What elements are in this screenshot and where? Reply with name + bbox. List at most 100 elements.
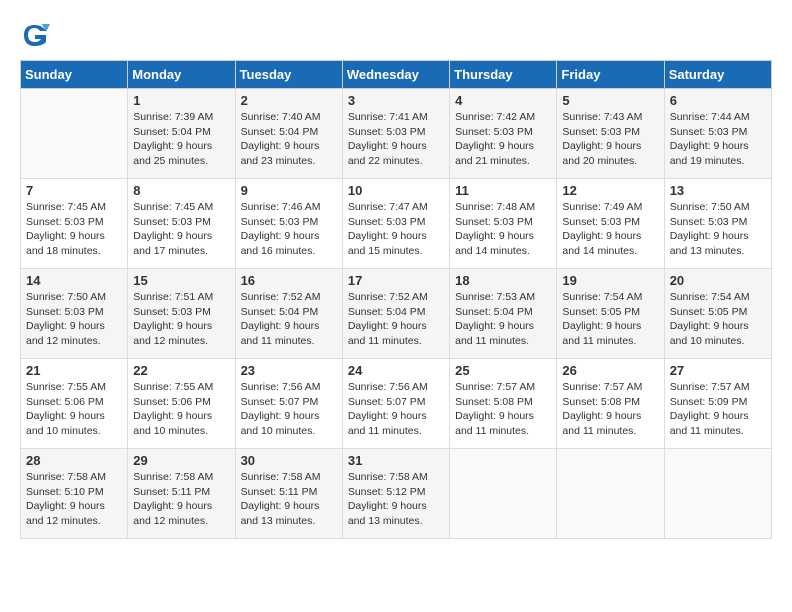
calendar-cell: 22Sunrise: 7:55 AMSunset: 5:06 PMDayligh… [128, 359, 235, 449]
day-number: 7 [26, 183, 122, 198]
calendar-cell [21, 89, 128, 179]
calendar-cell: 17 Sunrise: 7:52 AMSunset: 5:04 PMDayligh… [342, 269, 449, 359]
day-info: Sunrise: 7:58 AMSunset: 5:12 PMDaylight:… [348, 470, 444, 529]
day-info: Sunrise: 7:42 AMSunset: 5:03 PMDaylight:… [455, 110, 551, 169]
day-number: 10 [348, 183, 444, 198]
day-number: 12 [562, 183, 658, 198]
day-info: Sunrise: 7:57 AMSunset: 5:09 PMDaylight:… [670, 380, 766, 439]
calendar-cell: 13 Sunrise: 7:50 AMSunset: 5:03 PMDayligh… [664, 179, 771, 269]
calendar-cell: 15Sunrise: 7:51 AMSunset: 5:03 PMDayligh… [128, 269, 235, 359]
calendar-cell: 1 Sunrise: 7:39 AMSunset: 5:04 PMDaylight… [128, 89, 235, 179]
day-info: Sunrise: 7:50 AMSunset: 5:03 PMDaylight:… [670, 200, 766, 259]
calendar-cell: 30Sunrise: 7:58 AMSunset: 5:11 PMDayligh… [235, 449, 342, 539]
day-info: Sunrise: 7:46 AMSunset: 5:03 PMDaylight:… [241, 200, 337, 259]
calendar-cell: 5 Sunrise: 7:43 AMSunset: 5:03 PMDaylight… [557, 89, 664, 179]
calendar-cell: 7 Sunrise: 7:45 AMSunset: 5:03 PMDaylight… [21, 179, 128, 269]
day-number: 19 [562, 273, 658, 288]
day-number: 20 [670, 273, 766, 288]
day-info: Sunrise: 7:48 AMSunset: 5:03 PMDaylight:… [455, 200, 551, 259]
logo [20, 20, 54, 50]
day-number: 14 [26, 273, 122, 288]
weekday-header-sunday: Sunday [21, 61, 128, 89]
calendar-cell: 27 Sunrise: 7:57 AMSunset: 5:09 PMDayligh… [664, 359, 771, 449]
day-info: Sunrise: 7:55 AMSunset: 5:06 PMDaylight:… [26, 380, 122, 439]
weekday-header-tuesday: Tuesday [235, 61, 342, 89]
day-info: Sunrise: 7:51 AMSunset: 5:03 PMDaylight:… [133, 290, 229, 349]
day-info: Sunrise: 7:45 AMSunset: 5:03 PMDaylight:… [26, 200, 122, 259]
day-number: 1 [133, 93, 229, 108]
day-info: Sunrise: 7:43 AMSunset: 5:03 PMDaylight:… [562, 110, 658, 169]
day-number: 6 [670, 93, 766, 108]
calendar-cell: 25Sunrise: 7:57 AMSunset: 5:08 PMDayligh… [450, 359, 557, 449]
day-info: Sunrise: 7:55 AMSunset: 5:06 PMDaylight:… [133, 380, 229, 439]
calendar-cell: 21 Sunrise: 7:55 AMSunset: 5:06 PMDayligh… [21, 359, 128, 449]
calendar-cell: 9 Sunrise: 7:46 AMSunset: 5:03 PMDaylight… [235, 179, 342, 269]
calendar-cell: 2Sunrise: 7:40 AMSunset: 5:04 PMDaylight… [235, 89, 342, 179]
day-info: Sunrise: 7:52 AMSunset: 5:04 PMDaylight:… [241, 290, 337, 349]
weekday-header-friday: Friday [557, 61, 664, 89]
calendar-cell: 20 Sunrise: 7:54 AMSunset: 5:05 PMDayligh… [664, 269, 771, 359]
calendar-cell: 18 Sunrise: 7:53 AMSunset: 5:04 PMDayligh… [450, 269, 557, 359]
day-info: Sunrise: 7:54 AMSunset: 5:05 PMDaylight:… [562, 290, 658, 349]
calendar-week-row: 1 Sunrise: 7:39 AMSunset: 5:04 PMDaylight… [21, 89, 772, 179]
day-info: Sunrise: 7:56 AMSunset: 5:07 PMDaylight:… [348, 380, 444, 439]
day-number: 21 [26, 363, 122, 378]
calendar-cell [664, 449, 771, 539]
day-info: Sunrise: 7:44 AMSunset: 5:03 PMDaylight:… [670, 110, 766, 169]
calendar-cell: 24 Sunrise: 7:56 AMSunset: 5:07 PMDayligh… [342, 359, 449, 449]
day-info: Sunrise: 7:39 AMSunset: 5:04 PMDaylight:… [133, 110, 229, 169]
day-info: Sunrise: 7:57 AMSunset: 5:08 PMDaylight:… [562, 380, 658, 439]
calendar-cell: 23 Sunrise: 7:56 AMSunset: 5:07 PMDayligh… [235, 359, 342, 449]
day-info: Sunrise: 7:56 AMSunset: 5:07 PMDaylight:… [241, 380, 337, 439]
day-number: 31 [348, 453, 444, 468]
day-info: Sunrise: 7:41 AMSunset: 5:03 PMDaylight:… [348, 110, 444, 169]
calendar-cell: 11 Sunrise: 7:48 AMSunset: 5:03 PMDayligh… [450, 179, 557, 269]
calendar-cell [450, 449, 557, 539]
logo-icon [20, 20, 50, 50]
day-number: 28 [26, 453, 122, 468]
day-number: 24 [348, 363, 444, 378]
day-info: Sunrise: 7:52 AMSunset: 5:04 PMDaylight:… [348, 290, 444, 349]
calendar-cell: 26 Sunrise: 7:57 AMSunset: 5:08 PMDayligh… [557, 359, 664, 449]
day-number: 27 [670, 363, 766, 378]
day-number: 8 [133, 183, 229, 198]
day-info: Sunrise: 7:54 AMSunset: 5:05 PMDaylight:… [670, 290, 766, 349]
weekday-header-thursday: Thursday [450, 61, 557, 89]
day-info: Sunrise: 7:53 AMSunset: 5:04 PMDaylight:… [455, 290, 551, 349]
calendar-cell: 3 Sunrise: 7:41 AMSunset: 5:03 PMDaylight… [342, 89, 449, 179]
calendar-cell: 29 Sunrise: 7:58 AMSunset: 5:11 PMDayligh… [128, 449, 235, 539]
day-number: 26 [562, 363, 658, 378]
calendar-cell: 31 Sunrise: 7:58 AMSunset: 5:12 PMDayligh… [342, 449, 449, 539]
weekday-header-saturday: Saturday [664, 61, 771, 89]
calendar-week-row: 7 Sunrise: 7:45 AMSunset: 5:03 PMDaylight… [21, 179, 772, 269]
day-number: 3 [348, 93, 444, 108]
calendar-cell: 6 Sunrise: 7:44 AMSunset: 5:03 PMDaylight… [664, 89, 771, 179]
calendar-cell: 10 Sunrise: 7:47 AMSunset: 5:03 PMDayligh… [342, 179, 449, 269]
calendar-table: SundayMondayTuesdayWednesdayThursdayFrid… [20, 60, 772, 539]
day-info: Sunrise: 7:58 AMSunset: 5:10 PMDaylight:… [26, 470, 122, 529]
day-number: 18 [455, 273, 551, 288]
day-number: 25 [455, 363, 551, 378]
day-info: Sunrise: 7:58 AMSunset: 5:11 PMDaylight:… [241, 470, 337, 529]
day-number: 17 [348, 273, 444, 288]
day-number: 23 [241, 363, 337, 378]
calendar-week-row: 21 Sunrise: 7:55 AMSunset: 5:06 PMDayligh… [21, 359, 772, 449]
day-number: 29 [133, 453, 229, 468]
weekday-header-row: SundayMondayTuesdayWednesdayThursdayFrid… [21, 61, 772, 89]
calendar-cell: 14Sunrise: 7:50 AMSunset: 5:03 PMDayligh… [21, 269, 128, 359]
day-number: 5 [562, 93, 658, 108]
day-info: Sunrise: 7:47 AMSunset: 5:03 PMDaylight:… [348, 200, 444, 259]
weekday-header-monday: Monday [128, 61, 235, 89]
calendar-cell: 16 Sunrise: 7:52 AMSunset: 5:04 PMDayligh… [235, 269, 342, 359]
day-number: 11 [455, 183, 551, 198]
day-info: Sunrise: 7:58 AMSunset: 5:11 PMDaylight:… [133, 470, 229, 529]
day-number: 16 [241, 273, 337, 288]
calendar-cell: 8Sunrise: 7:45 AMSunset: 5:03 PMDaylight… [128, 179, 235, 269]
calendar-cell [557, 449, 664, 539]
day-number: 9 [241, 183, 337, 198]
day-info: Sunrise: 7:40 AMSunset: 5:04 PMDaylight:… [241, 110, 337, 169]
day-number: 13 [670, 183, 766, 198]
calendar-week-row: 14Sunrise: 7:50 AMSunset: 5:03 PMDayligh… [21, 269, 772, 359]
calendar-cell: 28 Sunrise: 7:58 AMSunset: 5:10 PMDayligh… [21, 449, 128, 539]
page-header [20, 20, 772, 50]
